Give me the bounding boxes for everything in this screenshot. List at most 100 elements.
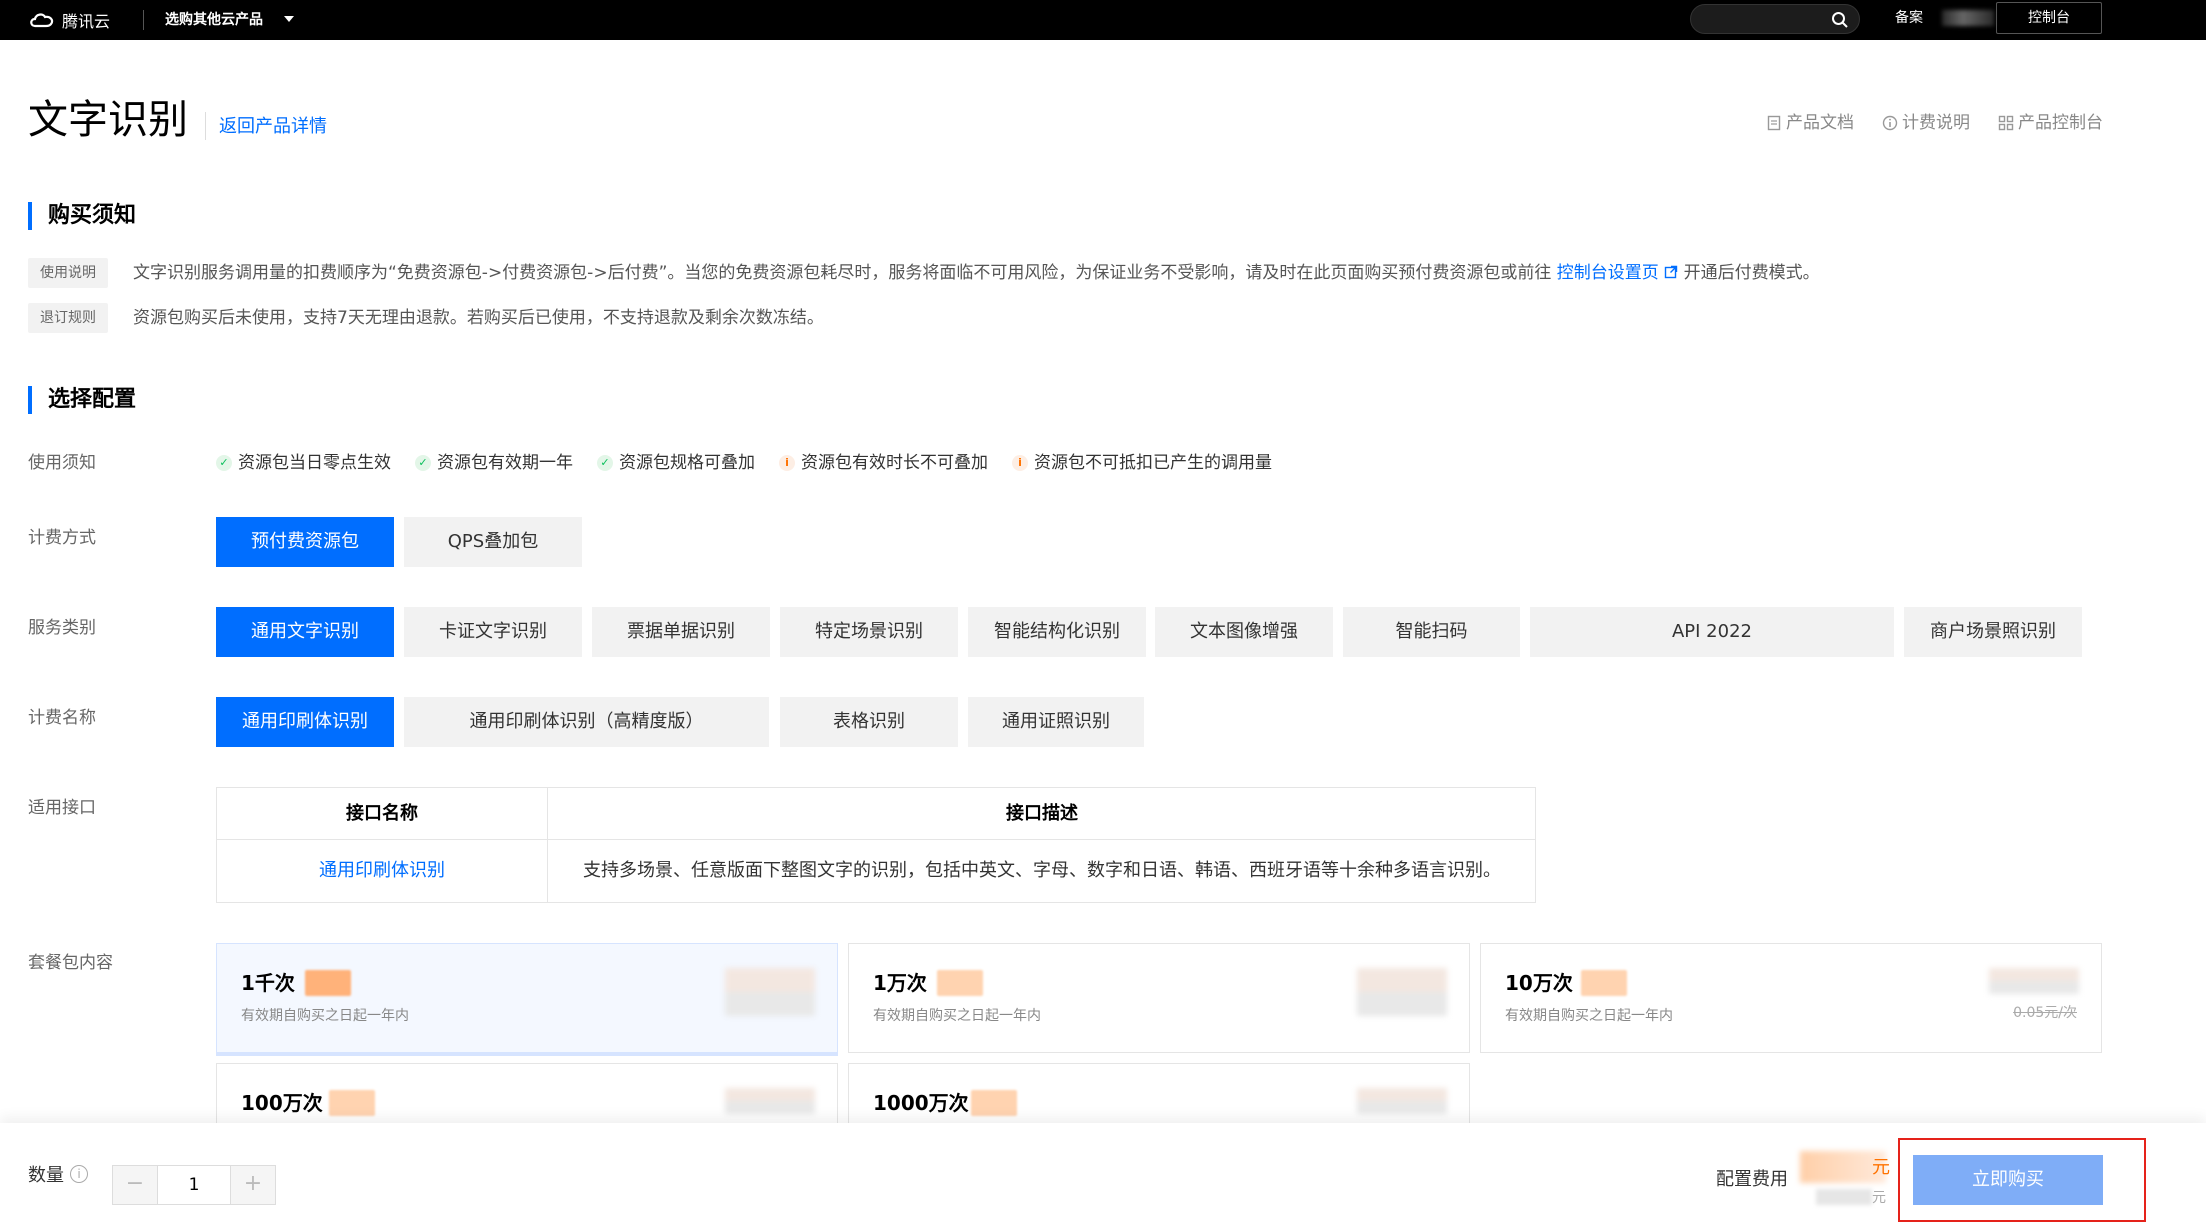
package-price-redacted [1357,968,1447,1016]
header-links: 产品文档 计费说明 产品控制台 [1766,110,2103,136]
api-description: 支持多场景、任意版面下整图文字的识别，包括中英文、字母、数字和日语、韩语、西班牙… [583,860,1501,881]
service-type-label: 服务类别 [28,618,96,638]
select-config-title: 选择配置 [28,386,136,414]
fee-label: 配置费用 [1716,1169,1788,1190]
service-option[interactable]: 商户场景照识别 [1904,607,2082,657]
package-unit-price: 0.05元/次 [2013,1005,2077,1021]
top-bar: 腾讯云 选购其他云产品 备案 控制台 [0,0,2206,40]
topbar-divider [143,10,144,30]
package-name: 1万次 [873,971,927,995]
brand-name: 腾讯云 [62,12,111,31]
products-menu[interactable]: 选购其他云产品 [165,0,263,40]
usage-notes-list: ✓ 资源包当日零点生效 ✓ 资源包有效期一年 ✓ 资源包规格可叠加 i 资源包有效时长不… [216,448,1272,478]
usage-note: ✓ 资源包当日零点生效 [216,448,391,478]
api-name-link[interactable]: 通用印刷体识别 [217,840,547,902]
service-option[interactable]: 文本图像增强 [1155,607,1333,657]
package-price-redacted [725,1088,815,1114]
service-option[interactable]: 卡证文字识别 [404,607,582,657]
package-card-100k[interactable]: 10万次 有效期自购买之日起一年内 0.05元/次 [1480,943,2102,1053]
warning-icon: i [779,455,795,471]
document-icon [1767,115,1781,131]
service-option[interactable]: 票据单据识别 [592,607,770,657]
package-validity: 有效期自购买之日起一年内 [241,1008,409,1024]
package-discount-redacted [329,1090,375,1116]
console-button[interactable]: 控制台 [1996,2,2102,34]
external-link-icon[interactable] [1664,265,1678,279]
original-fee-redacted [1816,1189,1872,1205]
service-option[interactable]: 智能结构化识别 [968,607,1146,657]
package-card-10k[interactable]: 1万次 有效期自购买之日起一年内 [848,943,1470,1053]
doc-link[interactable]: 产品文档 [1766,110,1854,136]
api-col-desc-header: 接口描述 [1006,803,1078,824]
quantity-stepper[interactable]: − 1 + [112,1165,276,1205]
title-divider [205,112,206,140]
beian-link[interactable]: 备案 [1895,0,1923,36]
refund-tag: 退订规则 [28,303,108,333]
package-discount-redacted [305,970,351,996]
minus-button[interactable]: − [113,1166,157,1204]
billing-name-option[interactable]: 表格识别 [780,697,958,747]
usage-note: ✓ 资源包有效期一年 [415,448,573,478]
back-to-product-link[interactable]: 返回产品详情 [219,114,327,140]
pricing-link[interactable]: 计费说明 [1882,110,1970,136]
service-option[interactable]: API 2022 [1530,607,1894,657]
service-option[interactable]: 智能扫码 [1343,607,1520,657]
product-console-link[interactable]: 产品控制台 [1998,110,2103,136]
billing-name-option[interactable]: 通用印刷体识别（高精度版） [404,697,769,747]
package-name: 10万次 [1505,971,1573,995]
package-name: 100万次 [241,1091,323,1115]
original-fee-currency: 元 [1872,1190,1886,1206]
package-discount-redacted [971,1090,1017,1116]
fee-currency: 元 [1872,1157,1890,1178]
warning-icon: i [1012,455,1028,471]
info-icon [1882,115,1898,131]
package-discount-redacted [1581,970,1627,996]
package-price-redacted [725,968,815,1016]
info-icon[interactable]: i [70,1165,88,1183]
usage-note: i 资源包有效时长不可叠加 [779,448,988,478]
plus-button[interactable]: + [231,1166,275,1204]
package-price-redacted [1357,1088,1447,1114]
usage-notes-label: 使用须知 [28,453,96,473]
quantity-input[interactable]: 1 [157,1166,231,1204]
usage-tag: 使用说明 [28,258,108,288]
purchase-notice-title: 购买须知 [28,202,136,230]
package-name: 1千次 [241,971,295,995]
quantity-label: 数量 i [28,1161,88,1187]
refund-notice: 资源包购买后未使用，支持7天无理由退款。若购买后已使用，不支持退款及剩余次数冻结… [133,308,824,328]
check-icon: ✓ [415,455,431,471]
billing-name-option[interactable]: 通用印刷体识别 [216,697,394,747]
api-col-name-header: 接口名称 [346,803,418,824]
usage-note: i 资源包不可抵扣已产生的调用量 [1012,448,1272,478]
account-redacted[interactable] [1942,10,1994,26]
search-input[interactable] [1690,4,1860,34]
check-icon: ✓ [597,455,613,471]
search-icon[interactable] [1831,11,1849,29]
package-validity: 有效期自购买之日起一年内 [1505,1008,1673,1024]
console-settings-link[interactable]: 控制台设置页 [1557,263,1659,283]
package-validity: 有效期自购买之日起一年内 [873,1008,1041,1024]
billing-method-label: 计费方式 [28,528,96,548]
check-icon: ✓ [216,455,232,471]
package-name: 1000万次 [873,1091,969,1115]
page-title: 文字识别 [28,97,188,143]
api-label: 适用接口 [28,798,96,818]
cloud-logo-icon [30,13,54,28]
api-table: 接口名称 接口描述 通用印刷体识别 支持多场景、任意版面下整图文字的识别，包括中… [216,787,1536,903]
package-card-1k[interactable]: 1千次 有效期自购买之日起一年内 [216,943,838,1053]
chevron-down-icon[interactable] [284,16,294,22]
billing-option-qps[interactable]: QPS叠加包 [404,517,582,567]
package-label: 套餐包内容 [28,953,113,973]
buy-now-button[interactable]: 立即购买 [1913,1155,2103,1205]
service-option[interactable]: 特定场景识别 [780,607,958,657]
page: 腾讯云 选购其他云产品 备案 控制台 文字识别 返回产品详情 产品文档 计费说明… [0,0,2206,1224]
brand-logo[interactable]: 腾讯云 [28,8,110,32]
usage-note: ✓ 资源包规格可叠加 [597,448,755,478]
billing-name-label: 计费名称 [28,708,96,728]
usage-notice: 文字识别服务调用量的扣费顺序为“免费资源包->付费资源包->后付费”。当您的免费… [133,263,1820,283]
service-option[interactable]: 通用文字识别 [216,607,394,657]
billing-option-prepaid[interactable]: 预付费资源包 [216,517,394,567]
package-discount-redacted [937,970,983,996]
package-price-redacted [1989,968,2079,994]
billing-name-option[interactable]: 通用证照识别 [968,697,1144,747]
